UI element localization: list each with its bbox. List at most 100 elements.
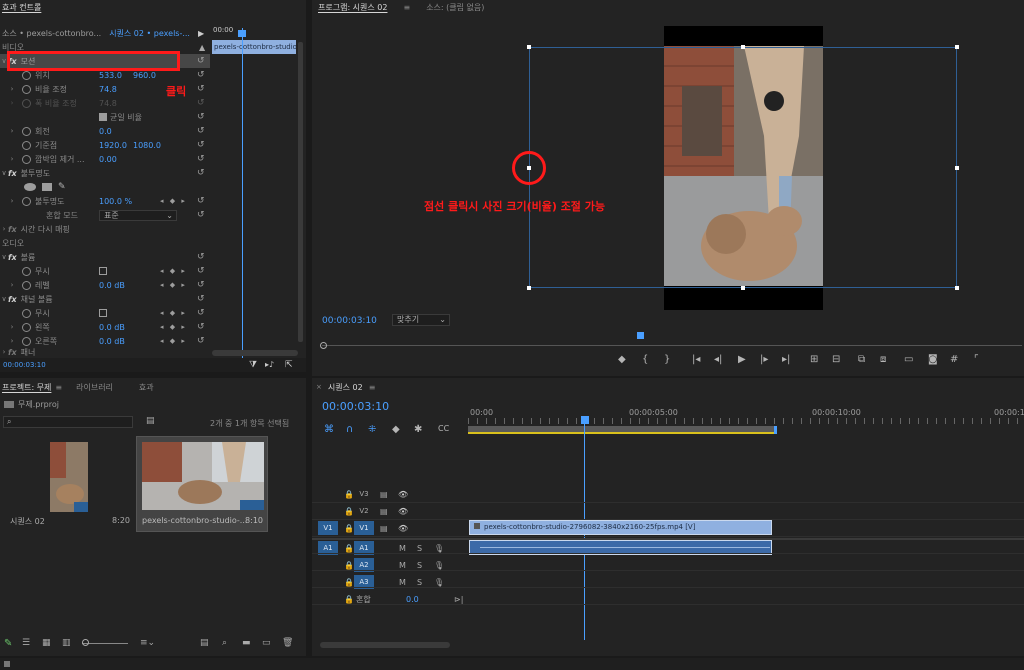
corner-icon[interactable]: ⌜ [974, 354, 979, 365]
play-only-icon[interactable]: ▶ [198, 29, 204, 38]
stopwatch-icon[interactable] [22, 280, 31, 290]
play-icon[interactable]: ▶ [738, 354, 746, 365]
step-forward-icon[interactable]: |▸ [760, 354, 768, 365]
reset-icon[interactable]: ↺ [197, 56, 205, 66]
effects-scrollbar[interactable] [298, 42, 303, 342]
stopwatch-icon[interactable] [22, 336, 31, 346]
ellipse-mask-icon[interactable] [24, 183, 36, 191]
fx-icon[interactable]: fx [8, 253, 17, 262]
step-back-icon[interactable]: ◂| [714, 354, 722, 365]
automate-icon[interactable]: ▤ [200, 638, 209, 648]
program-scrubber[interactable] [322, 338, 1022, 346]
play-audio-icon[interactable]: ▸♪ [265, 360, 274, 369]
reset-icon[interactable]: ↺ [197, 336, 205, 346]
lock-icon[interactable]: 🔒 [344, 595, 354, 604]
keyframe-nav-icon[interactable]: ◂ ◆ ▸ [160, 197, 187, 205]
pen-mask-icon[interactable]: ✎ [58, 182, 66, 192]
sync-lock-icon[interactable]: ▤ [380, 524, 388, 533]
stopwatch-icon[interactable] [22, 266, 31, 276]
mic-icon[interactable]: 🎙 [434, 544, 444, 553]
tab-menu-icon[interactable]: ≡ [55, 383, 62, 392]
video-clip[interactable]: pexels-cottonbro-studio-2796082-3840x216… [469, 520, 772, 535]
close-icon[interactable]: × [316, 383, 322, 391]
chevron-right-icon[interactable]: › [8, 337, 16, 345]
new-bin-icon[interactable]: ▤ [146, 416, 155, 426]
project-search[interactable]: ⌕ [3, 416, 133, 428]
track-label[interactable]: V3 [354, 487, 374, 501]
captions-icon[interactable]: CC [438, 424, 449, 433]
position-x-value[interactable]: 533.0 [99, 71, 122, 80]
extract-icon[interactable]: ⧈ [880, 354, 886, 365]
source-path[interactable]: 소스 • pexels-cottonbro... [2, 28, 101, 39]
anchor-x-value[interactable]: 1920.0 [99, 141, 127, 150]
mute-button[interactable]: M [399, 578, 406, 587]
mix-value[interactable]: 0.0 [406, 595, 419, 604]
add-marker-icon[interactable]: ◆ [392, 424, 400, 435]
freeform-view-icon[interactable]: ▥ [62, 638, 71, 648]
reset-icon[interactable]: ↺ [197, 154, 205, 164]
go-to-in-icon[interactable]: |◂ [692, 354, 700, 365]
stopwatch-icon[interactable] [22, 140, 31, 150]
lock-icon[interactable]: 🔒 [344, 507, 354, 516]
antiflicker-value[interactable]: 0.00 [99, 155, 117, 164]
find-icon[interactable]: ⌕ [222, 638, 227, 648]
tab-menu-icon[interactable]: ≡ [403, 3, 410, 12]
keyframe-nav-icon[interactable]: ◂ ◆ ▸ [160, 323, 187, 331]
left-value[interactable]: 0.0 dB [99, 323, 125, 332]
timeline-h-scroll[interactable] [320, 642, 450, 648]
mic-icon[interactable]: 🎙 [434, 561, 444, 570]
camera-icon[interactable]: ◙ [928, 354, 938, 365]
track-label[interactable]: V2 [354, 504, 374, 518]
transform-handle-tc[interactable] [741, 45, 745, 49]
insert-icon[interactable]: ⊞ [810, 354, 818, 365]
tab-effects[interactable]: 효과 [139, 382, 154, 393]
transform-handle-tl[interactable] [527, 45, 531, 49]
mic-icon[interactable]: 🎙 [434, 578, 444, 587]
chevron-right-icon[interactable]: › [8, 127, 16, 135]
go-to-out-icon[interactable]: ▸| [782, 354, 790, 365]
reset-icon[interactable]: ↺ [197, 112, 205, 122]
transform-handle-br[interactable] [955, 286, 959, 290]
reset-icon[interactable]: ↺ [197, 294, 205, 304]
work-area-end[interactable] [774, 426, 777, 434]
transform-handle-mr[interactable] [955, 166, 959, 170]
sequence-path[interactable]: 시퀀스 02 • pexels-... [109, 28, 190, 39]
solo-button[interactable]: S [417, 561, 422, 570]
position-y-value[interactable]: 960.0 [133, 71, 156, 80]
keyframe-nav-icon[interactable]: ◂ ◆ ▸ [160, 337, 187, 345]
reset-icon[interactable]: ↺ [197, 322, 205, 332]
timeline-playhead-marker[interactable] [581, 416, 589, 424]
track-label[interactable]: A1 [354, 541, 374, 555]
reset-icon[interactable]: ↺ [197, 126, 205, 136]
effects-h-scroll[interactable] [212, 350, 298, 356]
bypass1-checkbox[interactable] [99, 267, 107, 275]
reset-icon[interactable]: ↺ [197, 168, 205, 178]
reset-icon[interactable]: ↺ [197, 70, 205, 80]
safe-margins-icon[interactable]: ▭ [904, 354, 913, 365]
mute-button[interactable]: M [399, 544, 406, 553]
chevron-right-icon[interactable]: › [0, 225, 8, 233]
opacity-value[interactable]: 100.0 % [99, 197, 132, 206]
transform-handle-bc[interactable] [741, 286, 745, 290]
track-label[interactable]: A3 [354, 575, 374, 589]
fx-icon[interactable]: fx [8, 225, 17, 234]
stopwatch-icon[interactable] [22, 84, 31, 94]
timeline-ruler[interactable]: 00:00 00:00:05:00 00:00:10:00 00:00:15 [468, 400, 1024, 438]
snap-icon[interactable]: ∩ [346, 424, 353, 435]
eye-icon[interactable]: 👁 [398, 490, 408, 499]
tab-library[interactable]: 라이브러리 [76, 382, 113, 393]
tab-menu-icon[interactable]: ≡ [369, 383, 376, 392]
bypass2-checkbox[interactable] [99, 309, 107, 317]
list-view-icon[interactable]: ☰ [22, 638, 30, 648]
stopwatch-icon[interactable] [22, 126, 31, 136]
source-patch-a1[interactable]: A1 [318, 541, 338, 555]
nest-icon[interactable]: ⌘ [324, 424, 334, 435]
lock-icon[interactable]: 🔒 [344, 544, 354, 553]
chevron-right-icon[interactable]: › [8, 197, 16, 205]
fx-icon[interactable]: fx [8, 169, 17, 178]
tab-program[interactable]: 프로그램: 시퀀스 02 [318, 2, 387, 13]
mix-end-icon[interactable]: ⊳| [454, 595, 463, 604]
new-bin-footer-icon[interactable]: ▬ [242, 638, 251, 648]
reset-icon[interactable]: ↺ [197, 280, 205, 290]
fx-icon[interactable]: fx [8, 348, 17, 357]
